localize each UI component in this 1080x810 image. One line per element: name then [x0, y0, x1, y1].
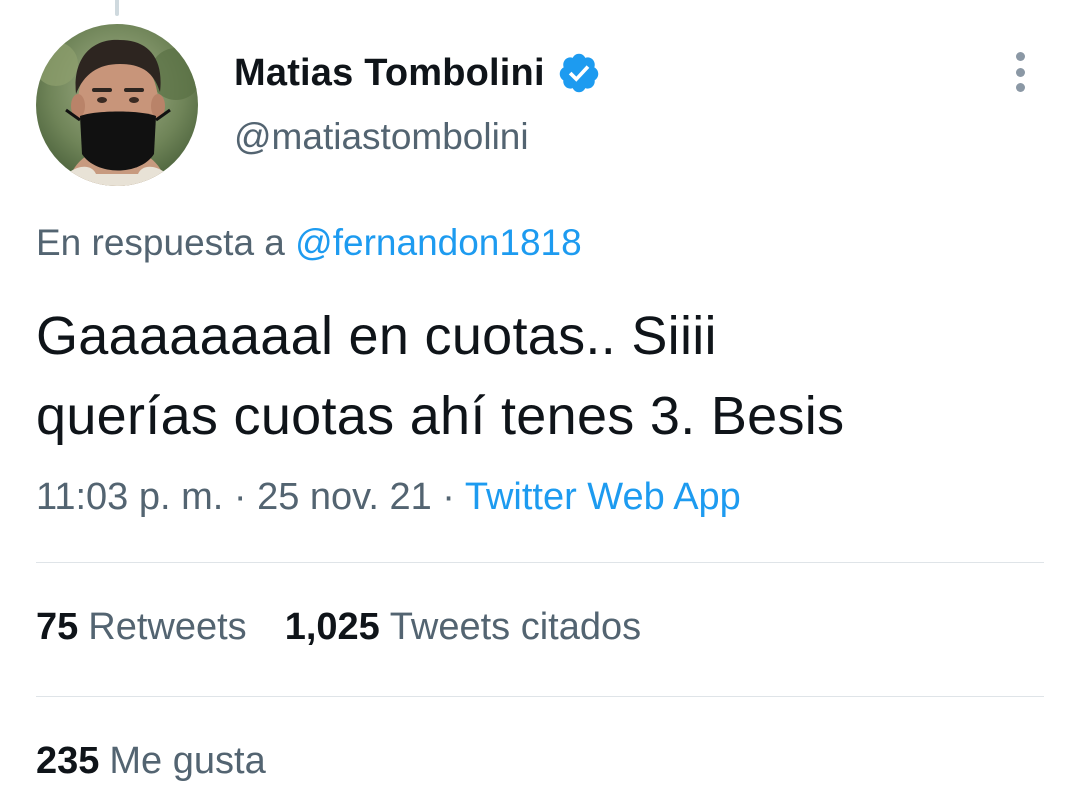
reply-context: En respuesta a @fernandon1818 [36, 222, 582, 264]
verified-badge-icon [557, 51, 601, 95]
reply-mention-link[interactable]: @fernandon1818 [295, 222, 582, 263]
more-vertical-icon-dot [1015, 67, 1025, 77]
more-vertical-icon [1015, 52, 1025, 61]
tweet-text-line: querías cuotas ahí tenes 3. Besis [36, 386, 845, 446]
tweet-meta: 11:03 p. m. · 25 nov. 21 · Twitter Web A… [36, 476, 741, 519]
meta-separator: · [431, 476, 465, 518]
avatar-image [36, 24, 198, 186]
quote-tweets-count: 1,025 [284, 606, 380, 648]
divider [36, 562, 1044, 563]
quote-tweets-label: Tweets citados [389, 606, 642, 648]
tweet-time[interactable]: 11:03 p. m. [36, 476, 223, 518]
meta-separator: · [223, 476, 258, 518]
tweet-text: Gaaaaaaaal en cuotas.. Siiii querías cuo… [36, 296, 1046, 456]
retweets-count: 75 [36, 606, 79, 648]
retweets-stat[interactable]: 75 Retweets [36, 606, 247, 649]
likes-count: 235 [36, 740, 100, 782]
more-vertical-icon-dot [1015, 83, 1025, 92]
quote-tweets-stat[interactable]: 1,025 Tweets citados [285, 606, 641, 649]
thread-connector-line [115, 0, 119, 16]
likes-stat[interactable]: 235 Me gusta [36, 740, 266, 783]
tweet-source-link[interactable]: Twitter Web App [465, 476, 741, 518]
retweets-label: Retweets [88, 606, 247, 648]
tweet-date[interactable]: 25 nov. 21 [257, 476, 432, 518]
likes-label: Me gusta [109, 740, 266, 782]
engagement-stats: 75 Retweets 1,025 Tweets citados [36, 606, 679, 649]
tweet-text-line: Gaaaaaaaal en cuotas.. Siiii [36, 306, 717, 366]
avatar[interactable] [36, 24, 198, 186]
divider [36, 696, 1044, 697]
more-options-button[interactable] [1000, 48, 1040, 96]
author-handle[interactable]: @matiastombolini [234, 116, 529, 158]
author-display-name[interactable]: Matias Tombolini [234, 52, 545, 95]
reply-context-prefix: En respuesta a [36, 222, 296, 263]
author-name-row: Matias Tombolini [234, 50, 601, 96]
